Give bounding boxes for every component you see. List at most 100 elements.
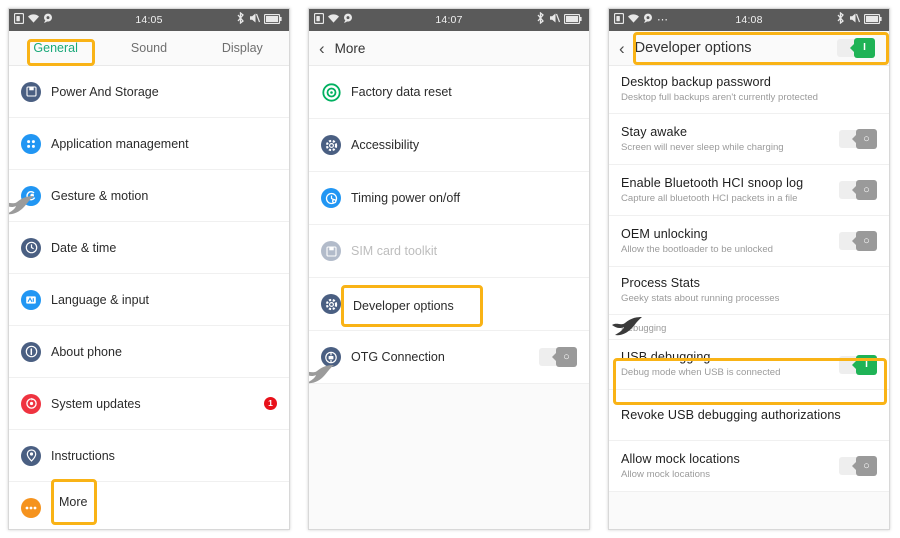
info-icon bbox=[21, 341, 41, 362]
list-item-title: USB debugging bbox=[621, 350, 711, 364]
list-item-allow-mock-locations[interactable]: Allow mock locations Allow mock location… bbox=[609, 441, 889, 492]
developer-options-master-toggle[interactable]: I bbox=[837, 38, 875, 58]
status-bar-right-icons bbox=[536, 9, 582, 31]
list-item-about-phone[interactable]: About phone bbox=[9, 326, 289, 378]
list-item-accessibility[interactable]: Accessibility bbox=[309, 119, 589, 172]
list-item-label: More bbox=[51, 500, 80, 515]
back-chevron-icon[interactable]: ‹ bbox=[619, 40, 625, 57]
header-bar: ‹ Developer options I bbox=[609, 31, 889, 66]
tab-sound-label: Sound bbox=[130, 41, 168, 55]
settings-list: Power And Storage Application management… bbox=[9, 66, 289, 529]
list-empty-area bbox=[309, 384, 589, 529]
list-item-label: Factory data reset bbox=[351, 85, 452, 99]
list-item-revoke-usb-debugging-authorizations[interactable]: Revoke USB debugging authorizations bbox=[609, 390, 889, 441]
tab-sound[interactable]: Sound bbox=[102, 41, 195, 55]
list-item-title: Revoke USB debugging authorizations bbox=[621, 408, 841, 422]
status-bar: ⋯ 14:08 bbox=[609, 9, 889, 31]
bluetooth-icon bbox=[536, 11, 545, 29]
list-item-instructions[interactable]: Instructions bbox=[9, 430, 289, 482]
mute-icon bbox=[549, 11, 561, 29]
bluetooth-icon bbox=[836, 11, 845, 29]
developer-options-list: Desktop backup password Desktop full bac… bbox=[609, 66, 889, 529]
list-item-application-management[interactable]: Application management bbox=[9, 118, 289, 170]
allow-mock-locations-toggle[interactable]: ○ bbox=[839, 456, 877, 476]
update-icon bbox=[21, 393, 41, 414]
tab-general-label: General bbox=[33, 41, 78, 55]
toggle-knob: ○ bbox=[852, 129, 877, 149]
status-bar-right-icons bbox=[836, 9, 882, 31]
status-bar-right-icons bbox=[236, 9, 282, 31]
clock-icon bbox=[21, 237, 41, 258]
page-title: More bbox=[334, 40, 366, 56]
list-empty-area bbox=[609, 492, 889, 529]
screenshot-stage: 14:05 General Sound Display Power And St… bbox=[0, 0, 900, 538]
list-item-system-updates[interactable]: System updates 1 bbox=[9, 378, 289, 430]
list-item-language-and-input[interactable]: Language & input bbox=[9, 274, 289, 326]
list-item-label: System updates bbox=[51, 396, 141, 411]
list-item-power-and-storage[interactable]: Power And Storage bbox=[9, 66, 289, 118]
page-title: Developer options bbox=[634, 40, 752, 56]
list-item-stay-awake[interactable]: Stay awake Screen will never sleep while… bbox=[609, 114, 889, 165]
battery-icon bbox=[263, 11, 282, 29]
bluetooth-icon bbox=[236, 11, 245, 29]
list-item-label: Date & time bbox=[51, 240, 117, 255]
gesture-icon bbox=[21, 185, 41, 206]
list-item-oem-unlocking[interactable]: OEM unlocking Allow the bootloader to be… bbox=[609, 216, 889, 267]
list-item-date-and-time[interactable]: Date & time bbox=[9, 222, 289, 274]
list-item-label: Language & input bbox=[51, 292, 150, 307]
list-item-process-stats[interactable]: Process Stats Geeky stats about running … bbox=[609, 267, 889, 315]
list-item-subtitle: Allow the bootloader to be unlocked bbox=[621, 243, 774, 255]
toggle-knob: I bbox=[852, 354, 877, 375]
list-item-factory-data-reset[interactable]: Factory data reset bbox=[309, 66, 589, 119]
list-item-title: OEM unlocking bbox=[621, 226, 708, 241]
list-item-developer-options[interactable]: Developer options bbox=[309, 278, 589, 331]
list-item-label: Gesture & motion bbox=[51, 188, 149, 203]
list-item-label: Application management bbox=[51, 136, 189, 151]
storage-icon bbox=[21, 81, 41, 102]
list-item-title: Process Stats bbox=[621, 276, 700, 290]
header-bar: ‹ More bbox=[309, 31, 589, 66]
mute-icon bbox=[849, 11, 861, 29]
list-item-label: Accessibility bbox=[351, 138, 420, 152]
list-item-title: Allow mock locations bbox=[621, 451, 740, 466]
battery-icon bbox=[863, 11, 882, 29]
timer-power-icon bbox=[321, 188, 341, 208]
list-item-label: OTG Connection bbox=[351, 350, 445, 364]
list-item-label: Instructions bbox=[51, 448, 115, 463]
battery-icon bbox=[563, 11, 582, 29]
list-item-gesture-and-motion[interactable]: Gesture & motion bbox=[9, 170, 289, 222]
list-item-subtitle: Capture all bluetooth HCI packets in a f… bbox=[621, 192, 798, 204]
list-item-usb-debugging[interactable]: USB debugging Debug mode when USB is con… bbox=[609, 340, 889, 390]
list-item-label: About phone bbox=[51, 344, 122, 359]
otg-connection-toggle[interactable]: ○ bbox=[539, 347, 577, 367]
tab-general[interactable]: General bbox=[9, 41, 102, 55]
list-item-enable-bluetooth-hci-snoop-log[interactable]: Enable Bluetooth HCI snoop log Capture a… bbox=[609, 165, 889, 216]
list-item-subtitle: Screen will never sleep while charging bbox=[621, 141, 784, 153]
usb-debugging-toggle[interactable]: I bbox=[839, 354, 877, 375]
more-dots-icon bbox=[21, 497, 41, 518]
list-item-desktop-backup-password[interactable]: Desktop backup password Desktop full bac… bbox=[609, 66, 889, 114]
status-bar: 14:07 bbox=[309, 9, 589, 31]
toggle-knob: ○ bbox=[552, 347, 577, 367]
mute-icon bbox=[249, 11, 261, 29]
list-item-more[interactable]: More bbox=[9, 482, 289, 529]
bluetooth-hci-snoop-log-toggle[interactable]: ○ bbox=[839, 180, 877, 200]
list-item-label: SIM card toolkit bbox=[351, 244, 438, 258]
list-item-title: Stay awake bbox=[621, 124, 688, 139]
reset-target-icon bbox=[321, 82, 341, 102]
back-chevron-icon[interactable]: ‹ bbox=[319, 40, 325, 57]
stay-awake-toggle[interactable]: ○ bbox=[839, 129, 877, 149]
phone-panel-general-settings: 14:05 General Sound Display Power And St… bbox=[8, 8, 290, 530]
toggle-knob: ○ bbox=[852, 231, 877, 251]
list-item-label: Power And Storage bbox=[51, 84, 159, 99]
status-bar: 14:05 bbox=[9, 9, 289, 31]
tab-bar: General Sound Display bbox=[9, 31, 289, 66]
tab-display[interactable]: Display bbox=[196, 41, 289, 55]
list-item-timing-power-on-off[interactable]: Timing power on/off bbox=[309, 172, 589, 225]
oem-unlocking-toggle[interactable]: ○ bbox=[839, 231, 877, 251]
list-item-otg-connection[interactable]: OTG Connection ○ bbox=[309, 331, 589, 384]
list-item-subtitle: Geeky stats about running processes bbox=[621, 293, 780, 304]
section-header-debugging: Debugging bbox=[609, 315, 889, 340]
toggle-knob: ○ bbox=[852, 180, 877, 200]
location-pin-icon bbox=[21, 445, 41, 466]
